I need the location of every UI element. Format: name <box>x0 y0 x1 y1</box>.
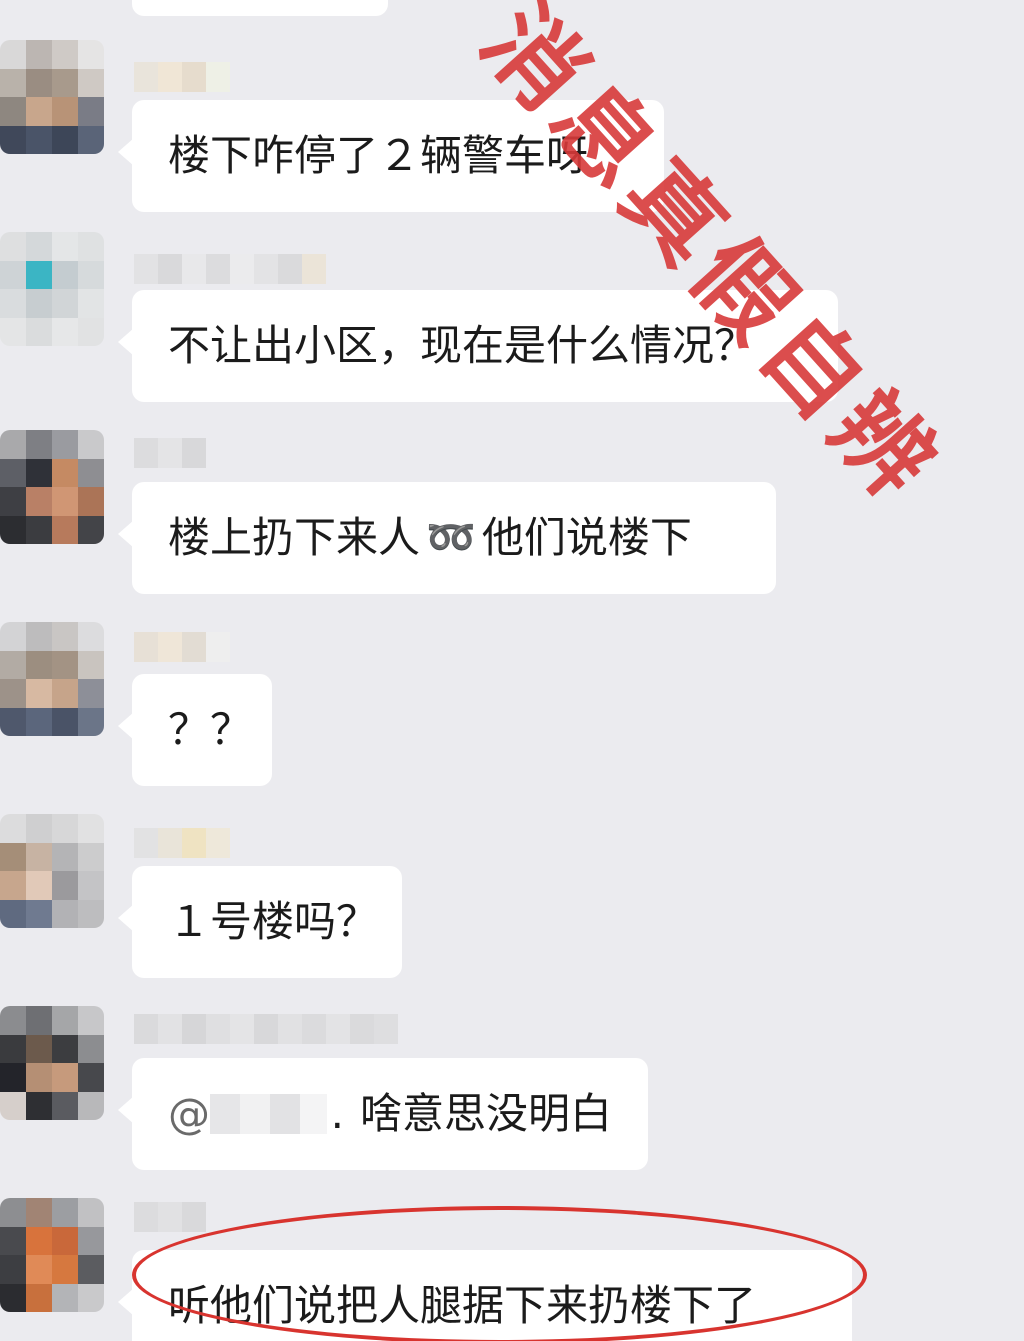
sender-name-mosaic <box>134 1014 398 1044</box>
message-text-before: 楼上扔下来人 <box>168 513 421 562</box>
avatar[interactable] <box>0 232 104 346</box>
mention-name-mosaic <box>210 1094 327 1134</box>
sender-name-mosaic <box>134 438 206 468</box>
avatar[interactable] <box>0 814 104 928</box>
avatar[interactable] <box>0 430 104 544</box>
sender-name-mosaic <box>134 62 230 92</box>
sender-name-mosaic <box>134 1202 206 1232</box>
message-bubble[interactable]: @ . 啥意思没明白 <box>118 1058 648 1170</box>
avatar[interactable] <box>0 1006 104 1120</box>
message-text: 听他们说把人腿据下来扔楼下了 <box>168 1281 757 1330</box>
avatar[interactable] <box>0 40 104 154</box>
mention-suffix: . <box>330 1089 344 1138</box>
message-bubble[interactable]: ？？ <box>118 674 272 786</box>
message-bubble[interactable]: １号楼吗？ <box>118 866 402 978</box>
message-text: １号楼吗？ <box>168 897 379 946</box>
message-bubble[interactable]: 听他们说把人腿据下来扔楼下了 <box>118 1250 852 1341</box>
mention-prefix: @ <box>168 1089 210 1138</box>
message-text: ？？ <box>168 705 253 754</box>
sender-name-mosaic <box>134 254 326 284</box>
message-text: 啥意思没明白 <box>359 1089 612 1138</box>
sender-name-mosaic <box>134 632 230 662</box>
avatar[interactable] <box>0 1198 104 1312</box>
arm-emoji-icon: ➿ <box>426 515 476 561</box>
partial-bubble-top <box>132 0 388 16</box>
sender-name-mosaic <box>134 828 230 858</box>
chat-screen: 楼下咋停了２辆警车呀 不让出小区，现在是什么情况？ 楼上扔下来人 ➿ 他们说楼下… <box>0 0 1024 1341</box>
avatar[interactable] <box>0 622 104 736</box>
